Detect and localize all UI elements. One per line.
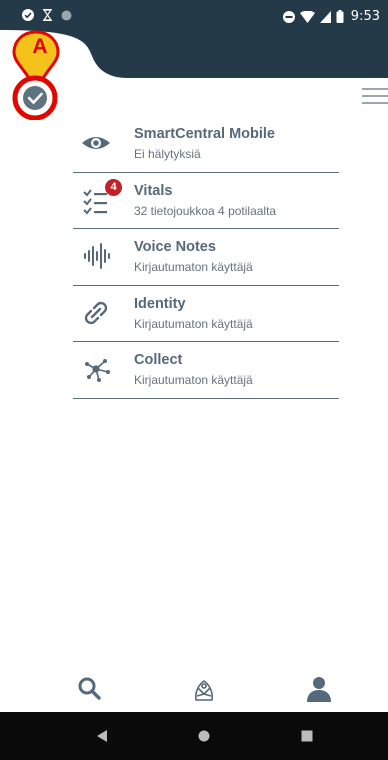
app-title: Vitals <box>134 182 173 199</box>
system-navigation-bar <box>0 712 388 760</box>
menu-icon[interactable] <box>358 86 388 106</box>
home-icon[interactable] <box>194 727 214 745</box>
dot-icon <box>61 10 72 20</box>
notification-badge: 4 <box>105 178 122 196</box>
app-list: SmartCentral Mobile Ei hälytyksiä 4 Vita… <box>73 116 339 399</box>
search-icon[interactable] <box>72 674 108 706</box>
do-not-disturb-icon <box>282 10 295 23</box>
patient-icon[interactable] <box>186 674 222 706</box>
app-status: 32 tietojoukkoa 4 potilaalta <box>134 203 277 218</box>
app-title: Identity <box>134 295 186 312</box>
eye-icon <box>82 137 110 149</box>
app-status: Ei hälytyksiä <box>134 147 201 161</box>
link-icon <box>84 301 108 324</box>
app-item-collect[interactable]: Collect Kirjautumaton käyttäjä <box>73 342 339 399</box>
wifi-icon <box>299 10 315 23</box>
check-circle-icon <box>22 9 34 21</box>
app-title: SmartCentral Mobile <box>134 126 275 142</box>
app-status: Kirjautumaton käyttäjä <box>134 373 253 387</box>
user-icon[interactable] <box>301 674 337 706</box>
audio-wave-icon <box>84 243 110 269</box>
app-status: Kirjautumaton käyttäjä <box>134 260 253 274</box>
status-time: 9:53 <box>350 9 380 24</box>
bottom-toolbar <box>0 660 388 710</box>
screen: 9:53 A SmartCentral Mobile Ei hälytyksiä <box>0 0 388 760</box>
app-item-voice-notes[interactable]: Voice Notes Kirjautumaton käyttäjä <box>73 229 339 286</box>
app-item-identity[interactable]: Identity Kirjautumaton käyttäjä <box>73 286 339 342</box>
network-nodes-icon <box>85 359 110 382</box>
status-bar: 9:53 <box>0 0 388 30</box>
annotation-label: A <box>32 35 48 58</box>
back-icon[interactable] <box>92 727 112 745</box>
battery-icon <box>336 10 344 23</box>
app-title: Collect <box>134 352 183 368</box>
cell-signal-icon <box>319 10 331 23</box>
app-item-vitals[interactable]: 4 Vitals 32 tietojoukkoa 4 potilaalta <box>73 173 339 229</box>
hourglass-icon <box>42 9 53 21</box>
app-status: Kirjautumaton käyttäjä <box>134 316 253 331</box>
app-title: Voice Notes <box>134 239 216 255</box>
app-item-smartcentral[interactable]: SmartCentral Mobile Ei hälytyksiä <box>73 116 339 173</box>
recents-icon[interactable] <box>297 727 317 745</box>
